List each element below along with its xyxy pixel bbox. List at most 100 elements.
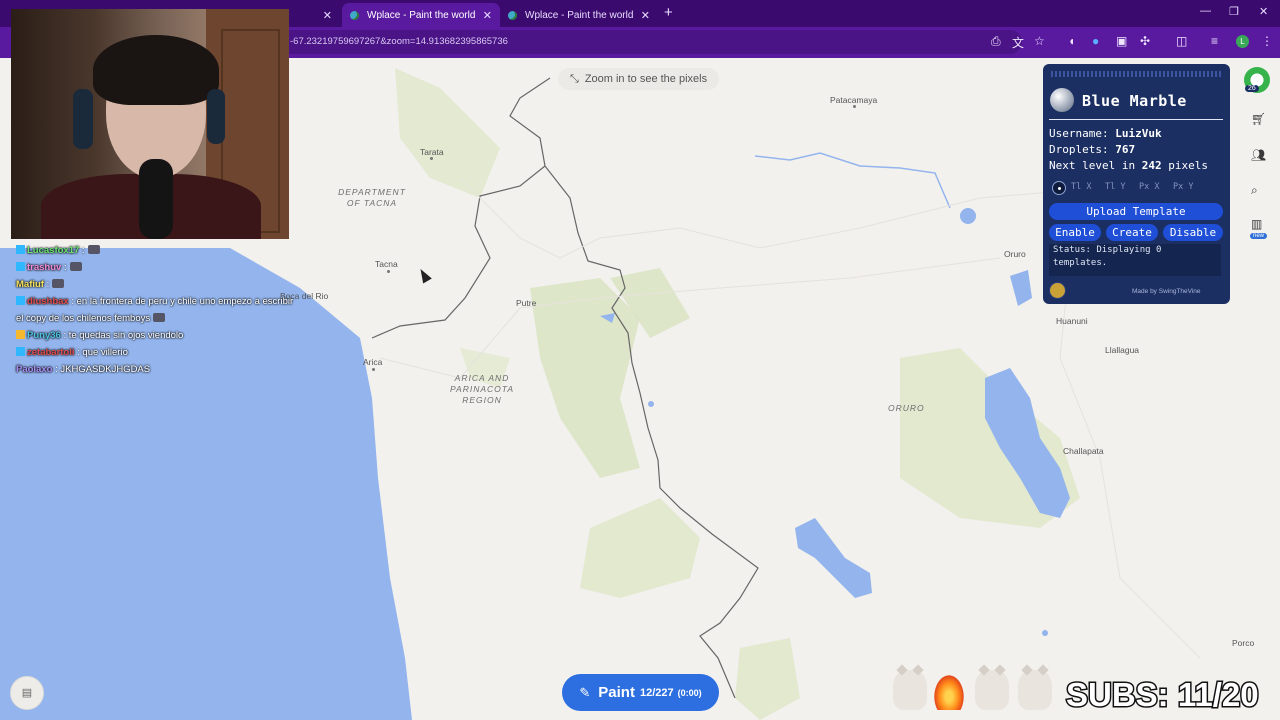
minimize-icon[interactable]: — xyxy=(1200,5,1211,17)
emote-icon xyxy=(153,313,166,322)
paint-label: Paint xyxy=(598,684,635,701)
disable-button[interactable]: Disable xyxy=(1163,224,1223,241)
restore-icon[interactable]: ❐ xyxy=(1229,5,1239,18)
chat-message: trashuv : xyxy=(16,259,296,276)
cast-icon[interactable]: ⎙ xyxy=(991,34,1001,49)
headset-icon xyxy=(73,89,93,149)
headset-icon xyxy=(207,89,225,144)
extension-icon[interactable]: ◖ xyxy=(1068,34,1075,48)
chat-username: Lucasfox17 xyxy=(27,245,80,256)
map-label-arica: Arica xyxy=(363,357,383,367)
browser-tab-active[interactable]: Wplace - Paint the world ✕ xyxy=(342,3,500,27)
paint-charges: 12/227 xyxy=(639,686,674,699)
brush-icon: ✎ xyxy=(579,684,591,700)
pixel-y-input[interactable]: Px Y xyxy=(1173,182,1193,192)
region-label-line: OF TACNA xyxy=(346,198,398,208)
menu-dots-icon[interactable]: ⋮ xyxy=(1261,34,1273,48)
droplets-row: Droplets: 767 xyxy=(1049,143,1135,156)
subscriber-badge-icon xyxy=(16,296,25,305)
window-close-icon[interactable]: ✕ xyxy=(1259,5,1268,18)
alliance-people-icon[interactable]: 👥︎ xyxy=(1251,148,1266,162)
new-tab-button[interactable]: + xyxy=(664,4,673,21)
search-location-icon[interactable]: ⌕ xyxy=(1251,183,1258,198)
campfire-icon xyxy=(932,672,966,710)
tile-y-input[interactable]: Tl Y xyxy=(1105,182,1125,192)
extension-icon[interactable]: ▣ xyxy=(1116,34,1127,48)
create-button[interactable]: Create xyxy=(1106,224,1158,241)
subscriber-badge-icon xyxy=(16,330,25,339)
username-value: LuizVuk xyxy=(1115,127,1162,140)
close-icon[interactable]: ✕ xyxy=(641,9,650,22)
wplace-favicon-icon xyxy=(508,10,517,20)
translate-icon[interactable]: 文 xyxy=(1012,34,1024,51)
next-level-row: Next level in 242 pixels xyxy=(1049,159,1208,172)
chat-message: diushbax : en la frontera de peru y chil… xyxy=(16,293,296,327)
username-label: Username: xyxy=(1049,127,1109,140)
zoom-hint-text: Zoom in to see the pixels xyxy=(584,73,708,85)
tab-title: Wplace - Paint the world xyxy=(525,9,634,21)
map-label-huanuni: Huanuni xyxy=(1056,316,1088,326)
divider xyxy=(1049,119,1223,120)
zoom-hint-pill: ⤡ Zoom in to see the pixels xyxy=(558,68,720,90)
credits-text: Made by SwingTheVine xyxy=(1132,288,1201,295)
blue-marble-panel: Blue Marble Username: LuizVuk Droplets: … xyxy=(1043,64,1230,304)
region-label-line: ARICA AND xyxy=(454,373,510,383)
droplets-value: 767 xyxy=(1115,143,1136,156)
paint-timer: (0:00) xyxy=(677,687,702,698)
reading-list-icon[interactable]: ≡ xyxy=(1211,34,1218,48)
settings-gear-icon[interactable] xyxy=(1049,282,1066,299)
city-marker xyxy=(853,105,856,108)
map-label-porco: Porco xyxy=(1232,638,1255,648)
browser-tab[interactable]: Wplace - Paint the world ✕ xyxy=(500,3,658,27)
close-icon[interactable]: ✕ xyxy=(323,9,332,22)
enable-button[interactable]: Enable xyxy=(1049,224,1101,241)
subscriber-badge-icon xyxy=(16,262,25,271)
leaderboard-icon[interactable]: ▥ xyxy=(1251,217,1262,231)
chat-text: : JKHGASDKJHGDAS xyxy=(55,364,151,375)
chat-message: Mafiuf : xyxy=(16,276,296,293)
wplace-favicon-icon xyxy=(350,10,359,20)
pin-location-icon[interactable] xyxy=(1052,181,1066,195)
stream-chat: Lucasfox17 : trashuv : Mafiuf : diushbax… xyxy=(16,242,296,378)
zoom-pointer-icon: ⤡ xyxy=(570,72,579,85)
microphone-icon xyxy=(139,159,173,239)
chat-username: zetabartoli xyxy=(27,347,75,358)
subs-goal-counter: SUBS: 11/20 xyxy=(1065,675,1261,715)
city-marker xyxy=(387,270,390,273)
map-label-tacna: Tacna xyxy=(375,259,398,269)
chat-username: Mafiuf xyxy=(16,279,44,290)
pixel-x-input[interactable]: Px X xyxy=(1139,182,1159,192)
chat-text: : que villerio xyxy=(77,347,128,358)
profile-avatar[interactable]: L xyxy=(1236,35,1249,48)
cat-emote-icon xyxy=(1018,670,1052,710)
city-marker xyxy=(430,157,433,160)
bookmark-star-icon[interactable]: ☆ xyxy=(1034,34,1045,48)
upload-template-button[interactable]: Upload Template xyxy=(1049,203,1223,220)
extensions-puzzle-icon[interactable]: ✣ xyxy=(1140,34,1150,48)
city-marker xyxy=(372,368,375,371)
next-level-suffix: pixels xyxy=(1168,159,1208,172)
sidebar-icon[interactable]: ◫ xyxy=(1176,34,1187,48)
region-label-department-of-tacna: DEPARTMENT OF TACNA xyxy=(330,187,414,209)
panel-title: Blue Marble xyxy=(1082,92,1187,110)
close-icon[interactable]: ✕ xyxy=(483,9,492,22)
map-label-putre: Putre xyxy=(516,298,537,308)
map-layer-button[interactable]: ▤ xyxy=(10,676,44,710)
drag-handle[interactable] xyxy=(1051,71,1222,77)
level-badge: 26 xyxy=(1245,85,1259,92)
chat-username: Puny36 xyxy=(27,330,61,341)
region-label-line: REGION xyxy=(462,395,502,405)
paint-button[interactable]: ✎ Paint 12/227 (0:00) xyxy=(562,674,719,711)
store-cart-icon[interactable]: 🛒︎ xyxy=(1251,112,1266,126)
map-label-patacamaya: Patacamaya xyxy=(830,95,878,105)
tile-x-input[interactable]: Tl X xyxy=(1071,182,1091,192)
map-label-challapata: Challapata xyxy=(1063,446,1104,456)
chat-text: : xyxy=(63,262,67,273)
webcam-overlay xyxy=(11,9,289,239)
extension-icon[interactable]: ● xyxy=(1092,34,1099,48)
chat-message: Lucasfox17 : xyxy=(16,242,296,259)
map-label-llallagua: Llallagua xyxy=(1105,345,1140,355)
cat-emote-icon xyxy=(893,670,927,710)
address-bar[interactable]: -67.23219759697267&zoom=14.9136823958657… xyxy=(276,30,1022,54)
chat-text: : te quedas sin ojos viendolo xyxy=(63,330,184,341)
